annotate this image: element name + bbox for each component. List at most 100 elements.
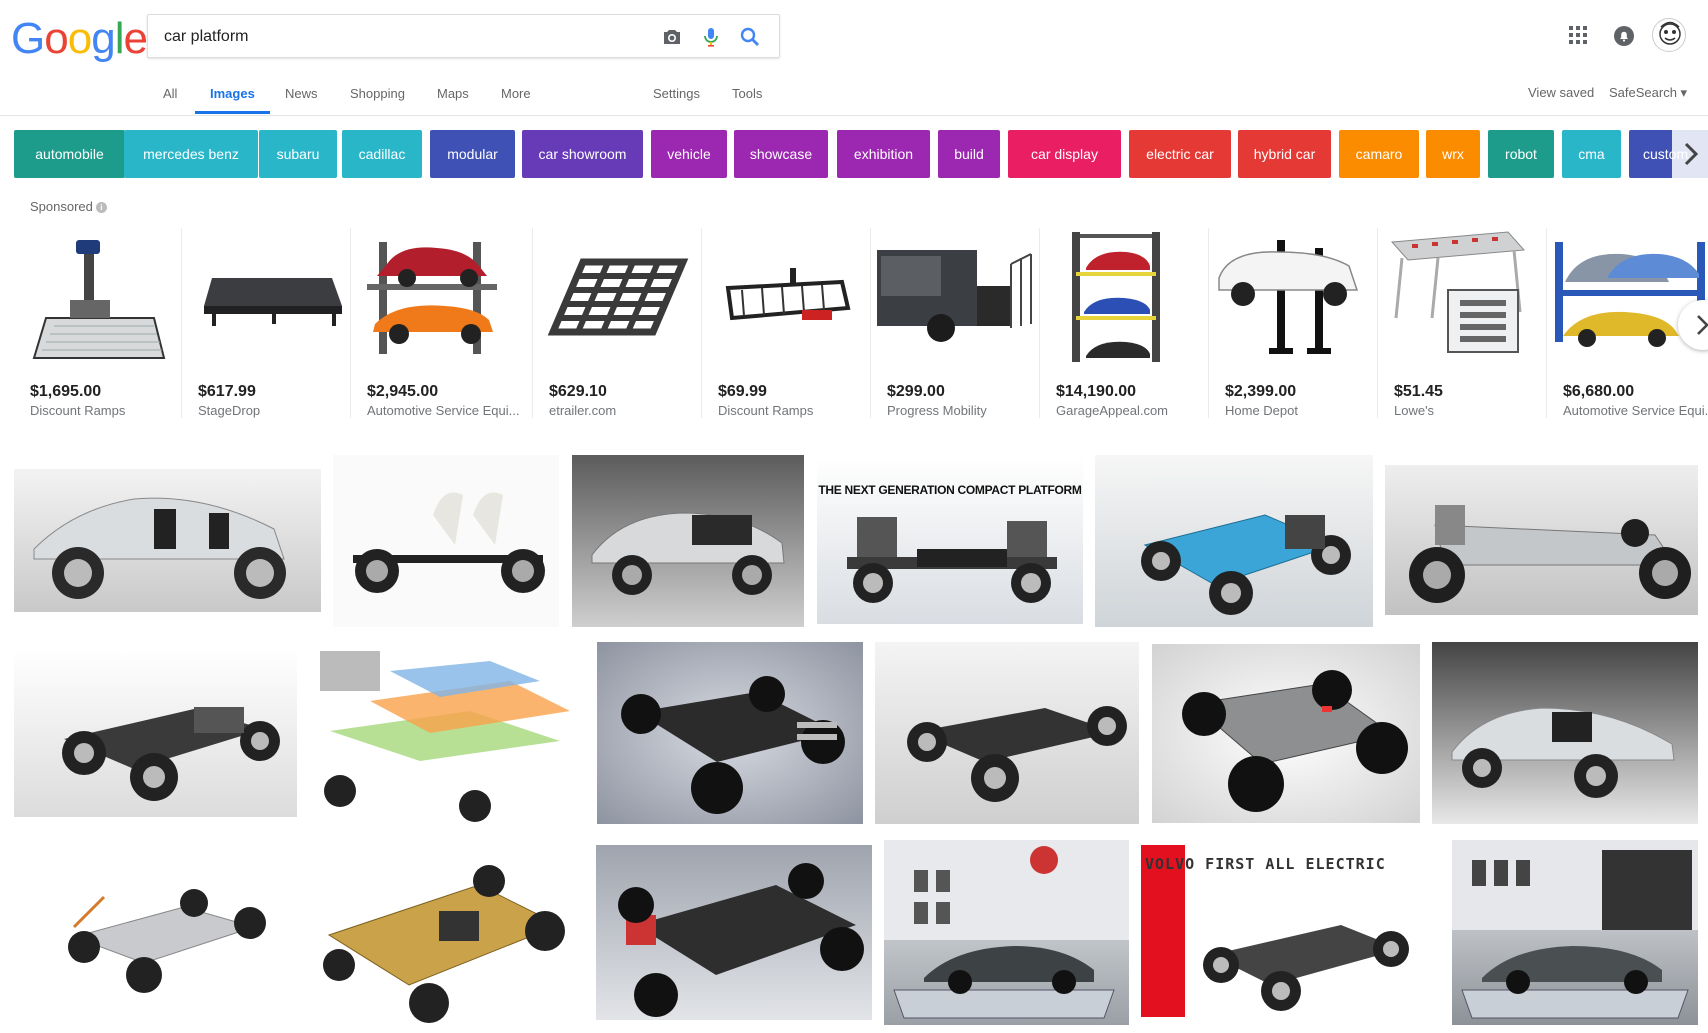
tab-shopping[interactable]: Shopping: [350, 86, 405, 101]
chip[interactable]: hybrid car: [1238, 130, 1331, 178]
chip[interactable]: showcase: [734, 130, 828, 178]
tab-news[interactable]: News: [285, 86, 318, 101]
product-card[interactable]: $617.99 StageDrop: [182, 228, 351, 418]
product-card[interactable]: $69.99 Discount Ramps: [702, 228, 871, 418]
image-result[interactable]: [333, 455, 559, 627]
image-result[interactable]: [14, 847, 296, 1025]
chip[interactable]: electric car: [1129, 130, 1231, 178]
header: Google All Images News Shopping Maps Mor…: [0, 0, 1708, 116]
image-result[interactable]: [596, 845, 872, 1020]
product-card[interactable]: $2,945.00 Automotive Service Equi...: [351, 228, 533, 418]
chip[interactable]: wrx: [1426, 130, 1480, 178]
product-seller: Home Depot: [1225, 403, 1298, 418]
account-avatar[interactable]: [1652, 18, 1686, 52]
product-image: [1218, 240, 1359, 354]
chip[interactable]: subaru: [259, 130, 337, 178]
chip[interactable]: build: [938, 130, 1000, 178]
view-saved-link[interactable]: View saved: [1528, 85, 1594, 100]
car-chassis-image: [68, 889, 266, 993]
search-icon[interactable]: [738, 25, 762, 49]
image-result[interactable]: [309, 845, 580, 1025]
chips-scroll-right-button[interactable]: [1672, 130, 1708, 178]
safesearch-dropdown[interactable]: SafeSearch ▾: [1609, 85, 1687, 101]
logo-letter: l: [114, 14, 125, 63]
product-price: $51.45: [1394, 383, 1443, 400]
product-seller: Lowe's: [1394, 403, 1435, 418]
logo-letter: G: [11, 14, 45, 63]
tab-maps[interactable]: Maps: [437, 86, 469, 101]
product-price: $299.00: [887, 383, 945, 400]
product-card[interactable]: $1,695.00 Discount Ramps: [14, 228, 182, 418]
tools-link[interactable]: Tools: [732, 86, 762, 101]
chevron-right-icon: [1697, 315, 1708, 335]
notifications-bell-icon[interactable]: [1613, 25, 1635, 47]
image-result[interactable]: [14, 649, 297, 817]
chip[interactable]: automobile: [14, 130, 125, 178]
image-result[interactable]: [1385, 465, 1698, 615]
image-result[interactable]: [1452, 840, 1698, 1025]
product-image: [1072, 232, 1160, 362]
image-result[interactable]: [310, 641, 581, 824]
car-chassis-image: [1451, 707, 1675, 798]
product-price: $2,945.00: [367, 383, 439, 400]
chip[interactable]: robot: [1488, 130, 1554, 178]
active-tab-underline: [195, 111, 270, 114]
chip[interactable]: car showroom: [522, 130, 643, 178]
image-result[interactable]: [1095, 455, 1373, 627]
camera-icon[interactable]: [660, 25, 684, 49]
car-chassis-image: [621, 676, 845, 814]
product-seller: etrailer.com: [549, 403, 617, 418]
chip[interactable]: cma: [1562, 130, 1621, 178]
image-result[interactable]: [1152, 644, 1420, 823]
product-image: [204, 278, 342, 326]
search-input[interactable]: [164, 26, 634, 48]
logo-letter: o: [67, 14, 93, 63]
chip[interactable]: car display: [1008, 130, 1121, 178]
related-search-chips: automobile mercedes benz subaru cadillac…: [14, 130, 1708, 178]
product-card[interactable]: $629.10 etrailer.com: [533, 228, 702, 418]
chip[interactable]: cadillac: [342, 130, 422, 178]
product-card[interactable]: $299.00 Progress Mobility: [871, 228, 1040, 418]
image-result[interactable]: [884, 840, 1129, 1025]
product-price: $69.99: [718, 383, 767, 400]
car-chassis-image: [33, 497, 286, 599]
product-image: [877, 250, 1032, 342]
logo-letter: e: [123, 14, 148, 63]
car-on-turntable-image: [1452, 840, 1698, 1019]
image-result[interactable]: VOLVO FIRST ALL ELECTRIC: [1141, 845, 1426, 1020]
info-icon[interactable]: i: [95, 202, 107, 213]
image-result[interactable]: [14, 469, 321, 612]
chip[interactable]: camaro: [1339, 130, 1419, 178]
product-card[interactable]: $2,399.00 Home Depot: [1209, 228, 1378, 418]
image-result[interactable]: [875, 642, 1139, 824]
microphone-icon[interactable]: [699, 25, 723, 49]
image-result[interactable]: [597, 642, 863, 824]
car-chassis-image: [323, 865, 565, 1023]
product-card[interactable]: $51.45 Lowe's: [1378, 228, 1547, 418]
image-result[interactable]: [572, 455, 804, 627]
sponsored-products: $1,695.00 Discount Ramps $617.99 StageDr…: [14, 228, 1708, 428]
chip[interactable]: modular: [430, 130, 515, 178]
google-logo[interactable]: Google: [11, 14, 148, 64]
product-image: [725, 268, 851, 321]
products-scroll-right-button[interactable]: [1678, 300, 1708, 350]
settings-link[interactable]: Settings: [653, 86, 700, 101]
product-card[interactable]: $14,190.00 GarageAppeal.com: [1040, 228, 1209, 418]
chip[interactable]: exhibition: [837, 130, 930, 178]
car-chassis-image: [320, 651, 570, 822]
product-image: [367, 242, 497, 354]
tab-images[interactable]: Images: [210, 86, 255, 101]
product-price: $617.99: [198, 383, 256, 400]
product-image: [1390, 231, 1526, 353]
chip[interactable]: mercedes benz: [124, 130, 258, 178]
product-price: $14,190.00: [1056, 383, 1137, 400]
image-result[interactable]: THE NEXT GENERATION COMPACT PLATFORM: [817, 457, 1083, 624]
apps-grid-icon[interactable]: [1569, 26, 1587, 44]
tab-more[interactable]: More: [501, 86, 531, 101]
chevron-right-icon: [1684, 142, 1699, 166]
image-caption: VOLVO FIRST ALL ELECTRIC: [1145, 855, 1386, 873]
image-result[interactable]: [1432, 642, 1698, 824]
chip[interactable]: vehicle: [651, 130, 727, 178]
tab-all[interactable]: All: [163, 86, 177, 101]
product-seller: GarageAppeal.com: [1056, 403, 1169, 418]
